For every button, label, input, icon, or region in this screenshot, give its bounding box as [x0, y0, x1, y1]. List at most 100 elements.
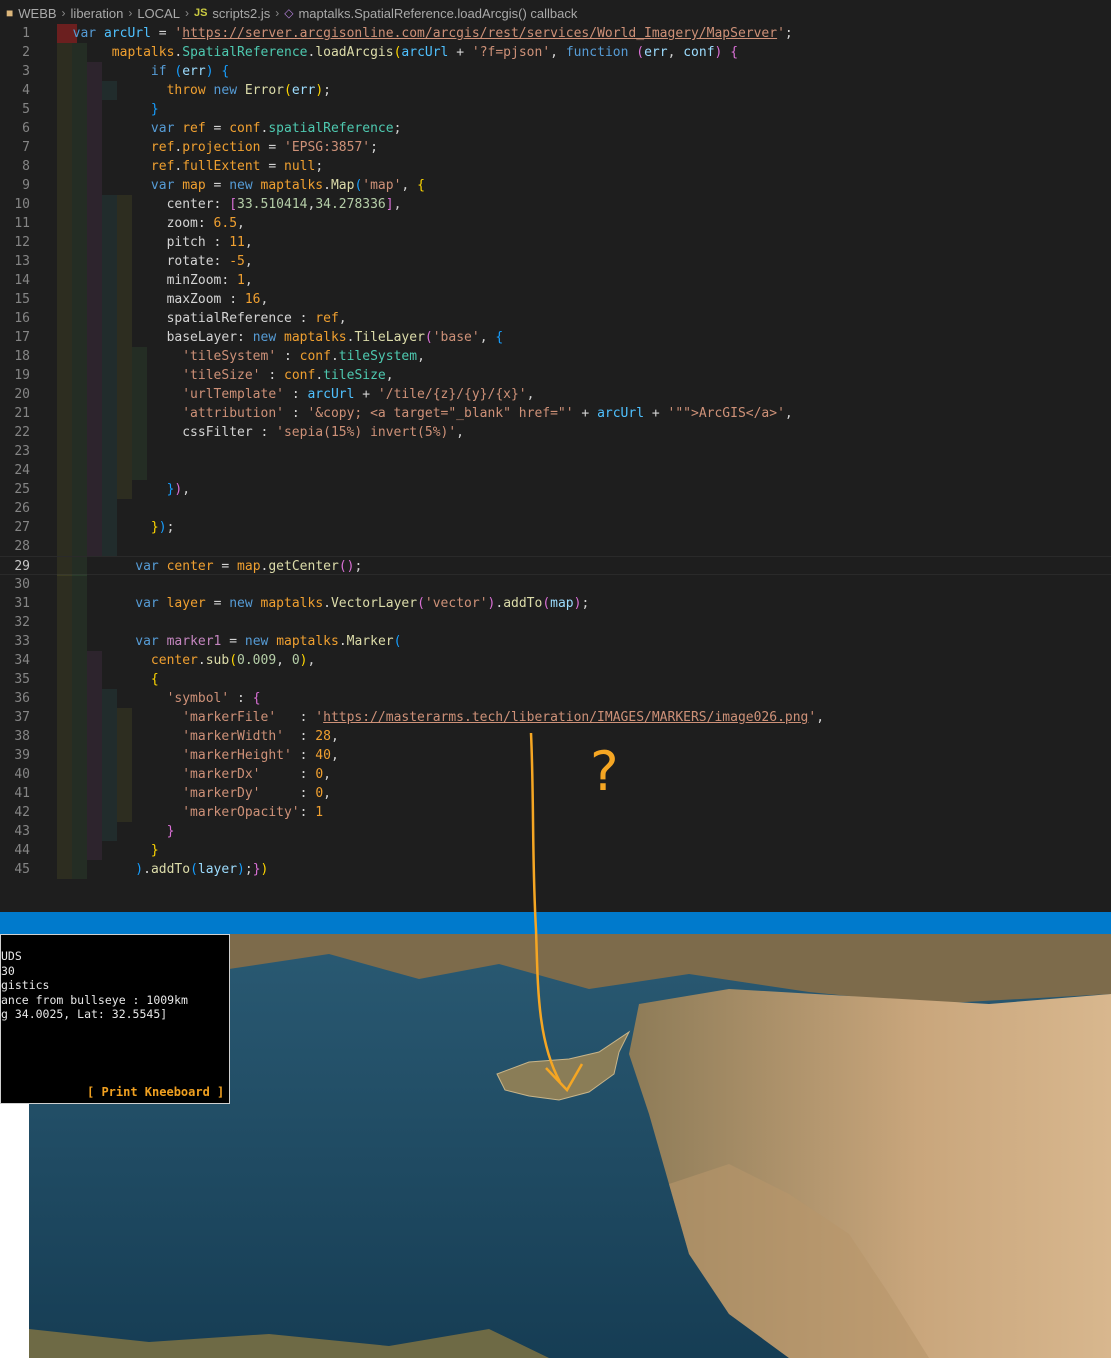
code-line[interactable]: 6 var ref = conf.spatialReference; [0, 119, 1111, 138]
line-number: 36 [14, 691, 30, 706]
breadcrumb-item-symbol[interactable]: maptalks.SpatialReference.loadArcgis() c… [298, 6, 577, 21]
code-text: center.sub(0.009, 0), [150, 653, 316, 668]
info-line: g 34.0025, Lat: 32.5545] [1, 1007, 168, 1021]
code-text: }); [150, 520, 175, 535]
code-text: var center = map.getCenter(); [135, 559, 363, 574]
line-number: 4 [22, 83, 30, 98]
code-text: } [150, 102, 159, 117]
code-text: ).addTo(layer);}) [135, 862, 269, 877]
line-number: 11 [14, 216, 30, 231]
code-text: var layer = new maptalks.VectorLayer('ve… [135, 596, 590, 611]
code-line[interactable]: 38 'markerWidth' : 28, [0, 727, 1111, 746]
line-number: 32 [14, 615, 30, 630]
code-text: 'markerHeight' : 40, [182, 748, 339, 763]
line-number: 10 [14, 197, 30, 212]
code-text: 'markerWidth' : 28, [182, 729, 339, 744]
line-number: 28 [14, 539, 30, 554]
code-text: if (err) { [150, 64, 230, 79]
code-line[interactable]: 37 'markerFile' : 'https://masterarms.te… [0, 708, 1111, 727]
code-line[interactable]: 18 'tileSystem' : conf.tileSystem, [0, 347, 1111, 366]
code-line[interactable]: 35 { [0, 670, 1111, 689]
code-line[interactable]: 3 if (err) { [0, 62, 1111, 81]
code-line[interactable]: 44 } [0, 841, 1111, 860]
code-line[interactable]: 21 'attribution' : '&copy; <a target="_b… [0, 404, 1111, 423]
line-number: 40 [14, 767, 30, 782]
code-line[interactable]: 23 [0, 442, 1111, 461]
breadcrumb-item-liberation[interactable]: liberation [71, 6, 124, 21]
code-line[interactable]: 9 var map = new maptalks.Map('map', { [0, 176, 1111, 195]
code-text: ref.projection = 'EPSG:3857'; [150, 140, 378, 155]
code-line[interactable]: 36 'symbol' : { [0, 689, 1111, 708]
code-line[interactable]: 39 'markerHeight' : 40, [0, 746, 1111, 765]
line-number: 8 [22, 159, 30, 174]
code-line[interactable]: 1 var arcUrl = 'https://server.arcgisonl… [0, 24, 1111, 43]
line-number: 15 [14, 292, 30, 307]
line-number: 26 [14, 501, 30, 516]
code-line[interactable]: 26 [0, 499, 1111, 518]
code-line[interactable]: 40 'markerDx' : 0, [0, 765, 1111, 784]
code-editor[interactable]: 1 var arcUrl = 'https://server.arcgisonl… [0, 24, 1111, 890]
code-line[interactable]: 14 minZoom: 1, [0, 271, 1111, 290]
method-icon: ◇ [284, 6, 294, 20]
info-line: ance from bullseye : 1009km [1, 992, 188, 1007]
code-text: spatialReference : ref, [166, 311, 347, 326]
line-number: 3 [22, 64, 30, 79]
code-line[interactable]: 22 cssFilter : 'sepia(15%) invert(5%)', [0, 423, 1111, 442]
line-number: 45 [14, 862, 30, 877]
code-line[interactable]: 41 'markerDy' : 0, [0, 784, 1111, 803]
breadcrumb-item-file[interactable]: scripts2.js [212, 6, 270, 21]
code-text: 'urlTemplate' : arcUrl + '/tile/{z}/{y}/… [182, 387, 535, 402]
code-line[interactable]: 28 [0, 537, 1111, 556]
code-line[interactable]: 12 pitch : 11, [0, 233, 1111, 252]
code-line[interactable]: 20 'urlTemplate' : arcUrl + '/tile/{z}/{… [0, 385, 1111, 404]
code-line[interactable]: 24 [0, 461, 1111, 480]
code-text: 'attribution' : '&copy; <a target="_blan… [182, 406, 793, 421]
code-line[interactable]: 7 ref.projection = 'EPSG:3857'; [0, 138, 1111, 157]
code-line[interactable]: 13 rotate: -5, [0, 252, 1111, 271]
code-line[interactable]: 42 'markerOpacity': 1 [0, 803, 1111, 822]
code-line[interactable]: 8 ref.fullExtent = null; [0, 157, 1111, 176]
line-number: 13 [14, 254, 30, 269]
line-number: 42 [14, 805, 30, 820]
code-text: }), [166, 482, 191, 497]
info-line: 30 [1, 963, 15, 978]
code-line[interactable]: 11 zoom: 6.5, [0, 214, 1111, 233]
code-line[interactable]: 45 ).addTo(layer);}) [0, 860, 1111, 879]
code-line[interactable]: 2 maptalks.SpatialReference.loadArcgis(a… [0, 43, 1111, 62]
chevron-right-icon: › [275, 6, 280, 20]
code-line[interactable]: 4 throw new Error(err); [0, 81, 1111, 100]
code-line[interactable]: 43 } [0, 822, 1111, 841]
code-line[interactable]: 34 center.sub(0.009, 0), [0, 651, 1111, 670]
line-number: 34 [14, 653, 30, 668]
code-line[interactable]: 10 center: [33.510414,34.278336], [0, 195, 1111, 214]
code-text: } [166, 824, 175, 839]
code-line[interactable]: 31 var layer = new maptalks.VectorLayer(… [0, 594, 1111, 613]
line-number: 19 [14, 368, 30, 383]
code-text: rotate: -5, [166, 254, 253, 269]
code-text: 'markerDx' : 0, [182, 767, 331, 782]
code-text: var marker1 = new maptalks.Marker( [135, 634, 402, 649]
breadcrumb-item-local[interactable]: LOCAL [137, 6, 180, 21]
status-bar [0, 912, 1111, 934]
code-line[interactable]: 17 baseLayer: new maptalks.TileLayer('ba… [0, 328, 1111, 347]
code-line[interactable]: 25 }), [0, 480, 1111, 499]
line-number: 25 [14, 482, 30, 497]
code-line[interactable]: 27 }); [0, 518, 1111, 537]
code-line[interactable]: 15 maxZoom : 16, [0, 290, 1111, 309]
code-line[interactable]: 5 } [0, 100, 1111, 119]
line-number: 43 [14, 824, 30, 839]
code-line[interactable]: 29 var center = map.getCenter(); [0, 556, 1111, 576]
line-number: 2 [22, 45, 30, 60]
code-line[interactable]: 32 [0, 613, 1111, 632]
code-text: var map = new maptalks.Map('map', { [150, 178, 425, 193]
line-number: 17 [14, 330, 30, 345]
code-line[interactable]: 16 spatialReference : ref, [0, 309, 1111, 328]
code-line[interactable]: 33 var marker1 = new maptalks.Marker( [0, 632, 1111, 651]
code-line[interactable]: 19 'tileSize' : conf.tileSize, [0, 366, 1111, 385]
line-number: 41 [14, 786, 30, 801]
breadcrumb-item-webb[interactable]: WEBB [18, 6, 56, 21]
print-kneeboard-button[interactable]: [ Print Kneeboard ] [87, 1085, 224, 1100]
code-line[interactable]: 30 [0, 575, 1111, 594]
line-number: 21 [14, 406, 30, 421]
line-number: 44 [14, 843, 30, 858]
